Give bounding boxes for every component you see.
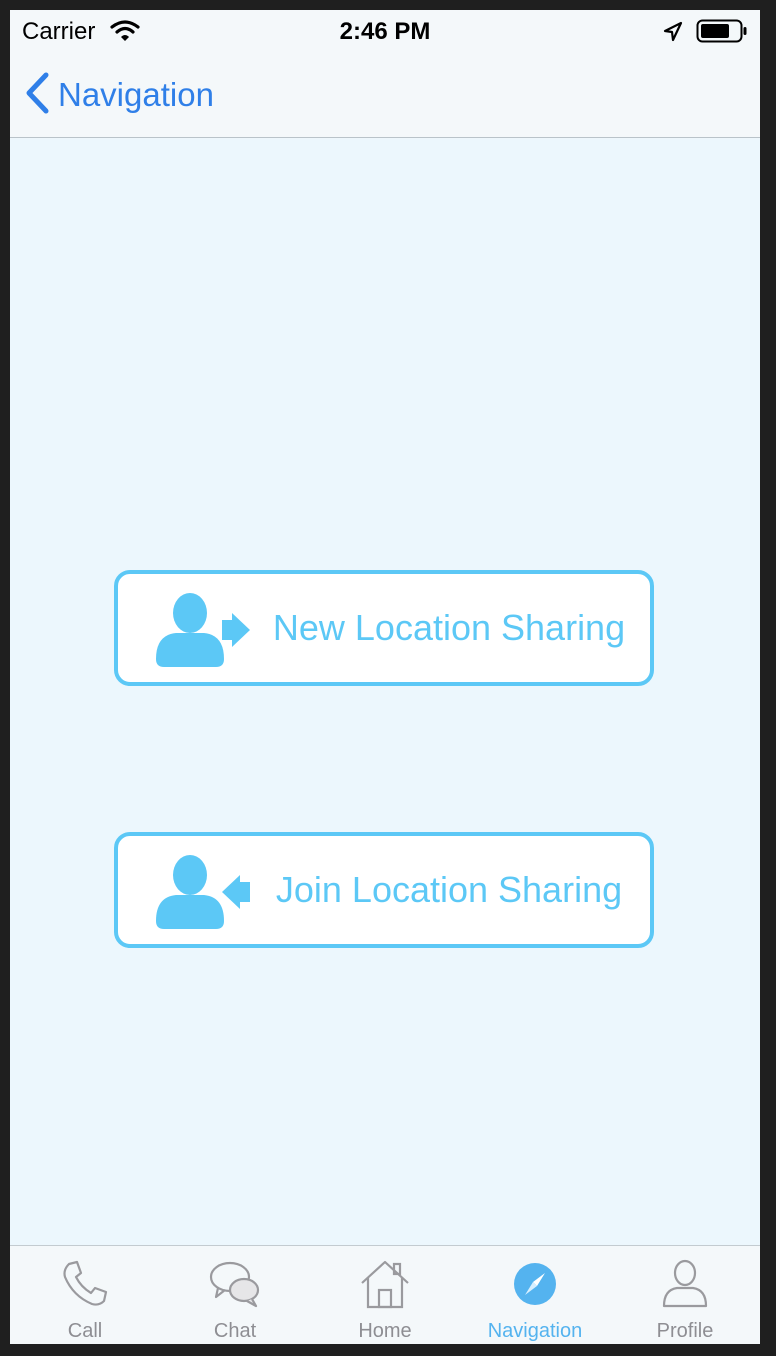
tab-bar: Call Chat Home Navigation Profile	[10, 1245, 760, 1344]
location-arrow-icon	[662, 21, 684, 48]
app-screen: Carrier 2:46 PM Navigation New Location …	[10, 10, 760, 1344]
main-content: New Location Sharing Join Location Shari…	[10, 139, 760, 1245]
compass-icon	[509, 1258, 561, 1310]
status-time: 2:46 PM	[339, 18, 431, 45]
new-location-sharing-button[interactable]: New Location Sharing	[114, 570, 654, 686]
new-location-sharing-label: New Location Sharing	[272, 607, 626, 648]
back-button[interactable]: Navigation	[24, 70, 214, 120]
chevron-left-icon	[24, 71, 50, 120]
tab-home-label: Home	[358, 1320, 412, 1342]
chat-bubbles-icon	[209, 1258, 261, 1310]
join-location-sharing-button[interactable]: Join Location Sharing	[114, 832, 654, 948]
user-arrow-in-icon	[156, 853, 256, 934]
tab-call-label: Call	[67, 1320, 103, 1342]
home-icon	[359, 1258, 411, 1310]
tab-profile[interactable]: Profile	[610, 1246, 760, 1344]
tab-navigation-label: Navigation	[487, 1320, 583, 1342]
tab-home[interactable]: Home	[310, 1246, 460, 1344]
tab-chat-label: Chat	[213, 1320, 257, 1342]
tab-call[interactable]: Call	[10, 1246, 160, 1344]
back-label: Navigation	[58, 76, 214, 113]
phone-icon	[59, 1258, 111, 1310]
join-location-sharing-label: Join Location Sharing	[275, 869, 623, 910]
battery-icon	[696, 19, 748, 48]
tab-navigation[interactable]: Navigation	[460, 1246, 610, 1344]
person-icon	[659, 1258, 711, 1310]
status-bar: Carrier 2:46 PM	[10, 10, 760, 52]
tab-chat[interactable]: Chat	[160, 1246, 310, 1344]
user-arrow-out-icon	[156, 591, 256, 672]
navigation-bar: Navigation	[10, 52, 760, 138]
tab-profile-label: Profile	[656, 1320, 714, 1342]
